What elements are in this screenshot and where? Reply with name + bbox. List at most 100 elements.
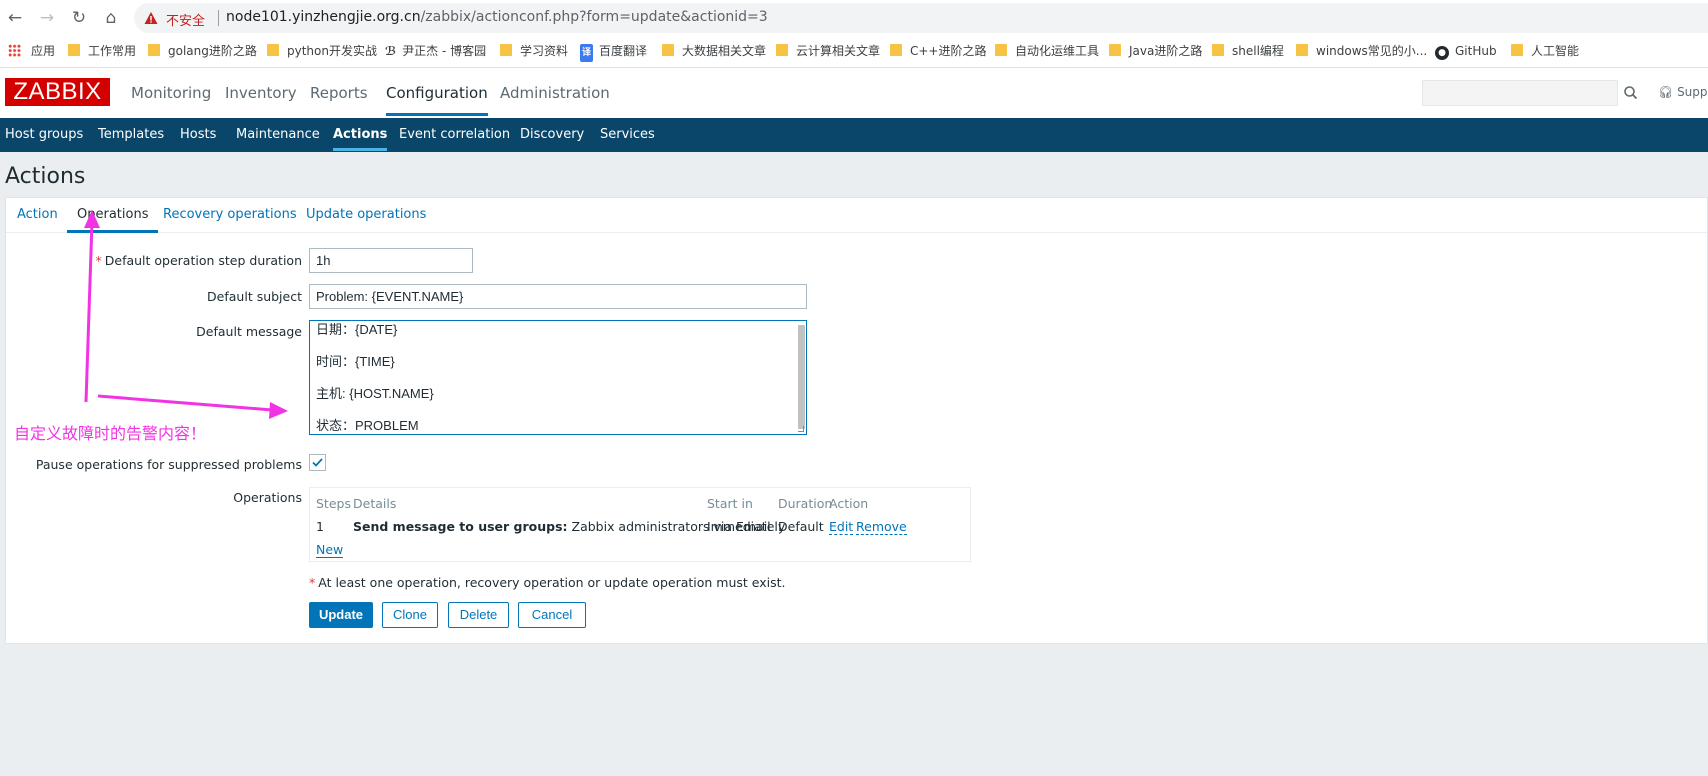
operation-remove-link[interactable]: Remove [856, 519, 907, 535]
pause-suppressed-checkbox[interactable] [309, 454, 326, 471]
bookmarks-bar: 应用 工作常用 golang进阶之路 python开发实战 ℬ 尹正杰 - 博客园… [0, 38, 1708, 64]
new-operation-link[interactable]: New [316, 542, 344, 558]
update-button[interactable]: Update [309, 602, 373, 628]
folder-icon [267, 44, 279, 56]
tab-operations[interactable]: Operations [66, 207, 160, 233]
bookmark-folder[interactable]: windows常见的小... [1296, 42, 1427, 60]
address-row: ← → ↻ ⌂ 不安全 node101.yinzhengjie.org.cn/z… [0, 0, 1708, 36]
message-textarea[interactable]: 日期：{DATE} 时间：{TIME} 主机: {HOST.NAME} 状态：P… [309, 320, 807, 435]
bookmark-folder[interactable]: 人工智能 [1511, 42, 1579, 60]
folder-icon [500, 44, 512, 56]
tab-action[interactable]: Action [17, 207, 58, 222]
nav-configuration[interactable]: Configuration [386, 84, 488, 116]
bookmark-folder[interactable]: 云计算相关文章 [776, 42, 880, 60]
pause-suppressed-label: Pause operations for suppressed problems [35, 457, 302, 472]
bookmark-baidu-translate[interactable]: 译百度翻译 [580, 42, 647, 62]
nav-monitoring[interactable]: Monitoring [131, 84, 211, 102]
subnav-actions[interactable]: Actions [333, 127, 388, 151]
zabbix-header: ZABBIX Monitoring Inventory Reports Conf… [0, 68, 1708, 118]
message-label: Default message [196, 324, 302, 339]
security-warning: 不安全 [166, 14, 206, 29]
annotation-text: 自定义故障时的告警内容！ [14, 424, 207, 443]
bookmark-folder[interactable]: python开发实战 [267, 42, 377, 60]
forward-icon[interactable]: → [36, 7, 58, 29]
home-icon[interactable]: ⌂ [100, 7, 122, 29]
cancel-button[interactable]: Cancel [518, 602, 586, 628]
browser-chrome: ← → ↻ ⌂ 不安全 node101.yinzhengjie.org.cn/z… [0, 0, 1708, 68]
reload-icon[interactable]: ↻ [68, 7, 90, 29]
checkmark-icon [312, 458, 323, 467]
tab-recovery-operations[interactable]: Recovery operations [163, 207, 297, 222]
support-link[interactable]: 🎧︎ Support [1658, 85, 1708, 99]
clone-button[interactable]: Clone [382, 602, 438, 628]
column-header: Action [829, 496, 869, 511]
folder-icon [890, 44, 902, 56]
delete-button[interactable]: Delete [448, 602, 509, 628]
address-bar[interactable]: 不安全 node101.yinzhengjie.org.cn/zabbix/ac… [134, 3, 1708, 33]
column-header: Start in [707, 496, 753, 511]
url-host: node101.yinzhengjie.org.cn [226, 9, 421, 25]
bookmark-folder[interactable]: 自动化运维工具 [995, 42, 1099, 60]
folder-icon [776, 44, 788, 56]
bookmark-cnblogs[interactable]: ℬ 尹正杰 - 博客园 [385, 42, 486, 60]
translate-icon: 译 [580, 44, 594, 62]
headset-icon: 🎧︎ [1658, 85, 1674, 99]
tab-update-operations[interactable]: Update operations [306, 207, 426, 222]
column-header: Steps [316, 496, 351, 511]
nav-inventory[interactable]: Inventory [225, 84, 297, 102]
folder-icon [1212, 44, 1224, 56]
operations-required-note: * At least one operation, recovery operat… [309, 575, 786, 590]
back-icon[interactable]: ← [4, 7, 26, 29]
zabbix-logo[interactable]: ZABBIX [5, 78, 110, 106]
subnav-hosts[interactable]: Hosts [180, 127, 216, 142]
step-duration-label: * Default operation step duration [95, 253, 303, 268]
required-marker: * [95, 253, 102, 268]
subnav-discovery[interactable]: Discovery [520, 127, 584, 142]
cnblogs-icon: ℬ [385, 44, 397, 58]
nav-reports[interactable]: Reports [310, 84, 368, 102]
message-line: 日期：{DATE} [316, 322, 398, 337]
subject-input[interactable]: Problem: {EVENT.NAME} [309, 284, 807, 309]
form-tabs: Action Operations Recovery operations Up… [6, 198, 1707, 233]
bookmark-github[interactable]: ● GitHub [1435, 42, 1497, 60]
textarea-scrollbar[interactable] [798, 325, 805, 429]
operation-steps: 1 [316, 519, 324, 534]
message-line: 时间：{TIME} [316, 354, 395, 369]
column-header: Details [353, 496, 397, 511]
resize-handle-icon[interactable] [798, 426, 804, 432]
search-icon[interactable] [1618, 80, 1644, 106]
page-title: Actions [5, 164, 86, 189]
bookmark-folder[interactable]: 大数据相关文章 [662, 42, 766, 60]
message-line: 状态：PROBLEM [316, 418, 419, 433]
folder-icon [68, 44, 80, 56]
sub-navigation: Host groups Templates Hosts Maintenance … [0, 118, 1708, 152]
subnav-host-groups[interactable]: Host groups [5, 127, 83, 142]
bookmark-folder[interactable]: C++进阶之路 [890, 42, 987, 60]
bookmark-apps[interactable]: 应用 [8, 42, 55, 60]
subnav-event-correlation[interactable]: Event correlation [399, 127, 510, 142]
nav-administration[interactable]: Administration [500, 84, 610, 102]
url-path: /zabbix/actionconf.php?form=update&actio… [420, 9, 768, 25]
bookmark-folder[interactable]: 工作常用 [68, 42, 136, 60]
operations-table: Steps Details Start in Duration Action 1… [309, 487, 971, 562]
subject-label: Default subject [207, 289, 302, 304]
apps-grid-icon [8, 44, 21, 57]
subnav-templates[interactable]: Templates [98, 127, 164, 142]
bookmark-folder[interactable]: golang进阶之路 [148, 42, 257, 60]
folder-icon [1511, 44, 1523, 56]
action-form-panel: Action Operations Recovery operations Up… [5, 197, 1708, 644]
bookmark-folder[interactable]: shell编程 [1212, 42, 1284, 60]
global-search-input[interactable] [1422, 80, 1618, 106]
warning-icon [144, 12, 158, 24]
operation-edit-link[interactable]: Edit [829, 519, 854, 535]
subnav-maintenance[interactable]: Maintenance [236, 127, 320, 142]
step-duration-input[interactable]: 1h [309, 248, 473, 273]
operation-duration: Default [778, 519, 824, 534]
operations-label: Operations [233, 490, 302, 505]
message-line: 主机: {HOST.NAME} [316, 386, 434, 401]
bookmark-folder[interactable]: Java进阶之路 [1109, 42, 1202, 60]
operation-start-in: Immediately [707, 519, 786, 534]
subnav-services[interactable]: Services [600, 127, 655, 142]
bookmark-folder[interactable]: 学习资料 [500, 42, 568, 60]
folder-icon [662, 44, 674, 56]
